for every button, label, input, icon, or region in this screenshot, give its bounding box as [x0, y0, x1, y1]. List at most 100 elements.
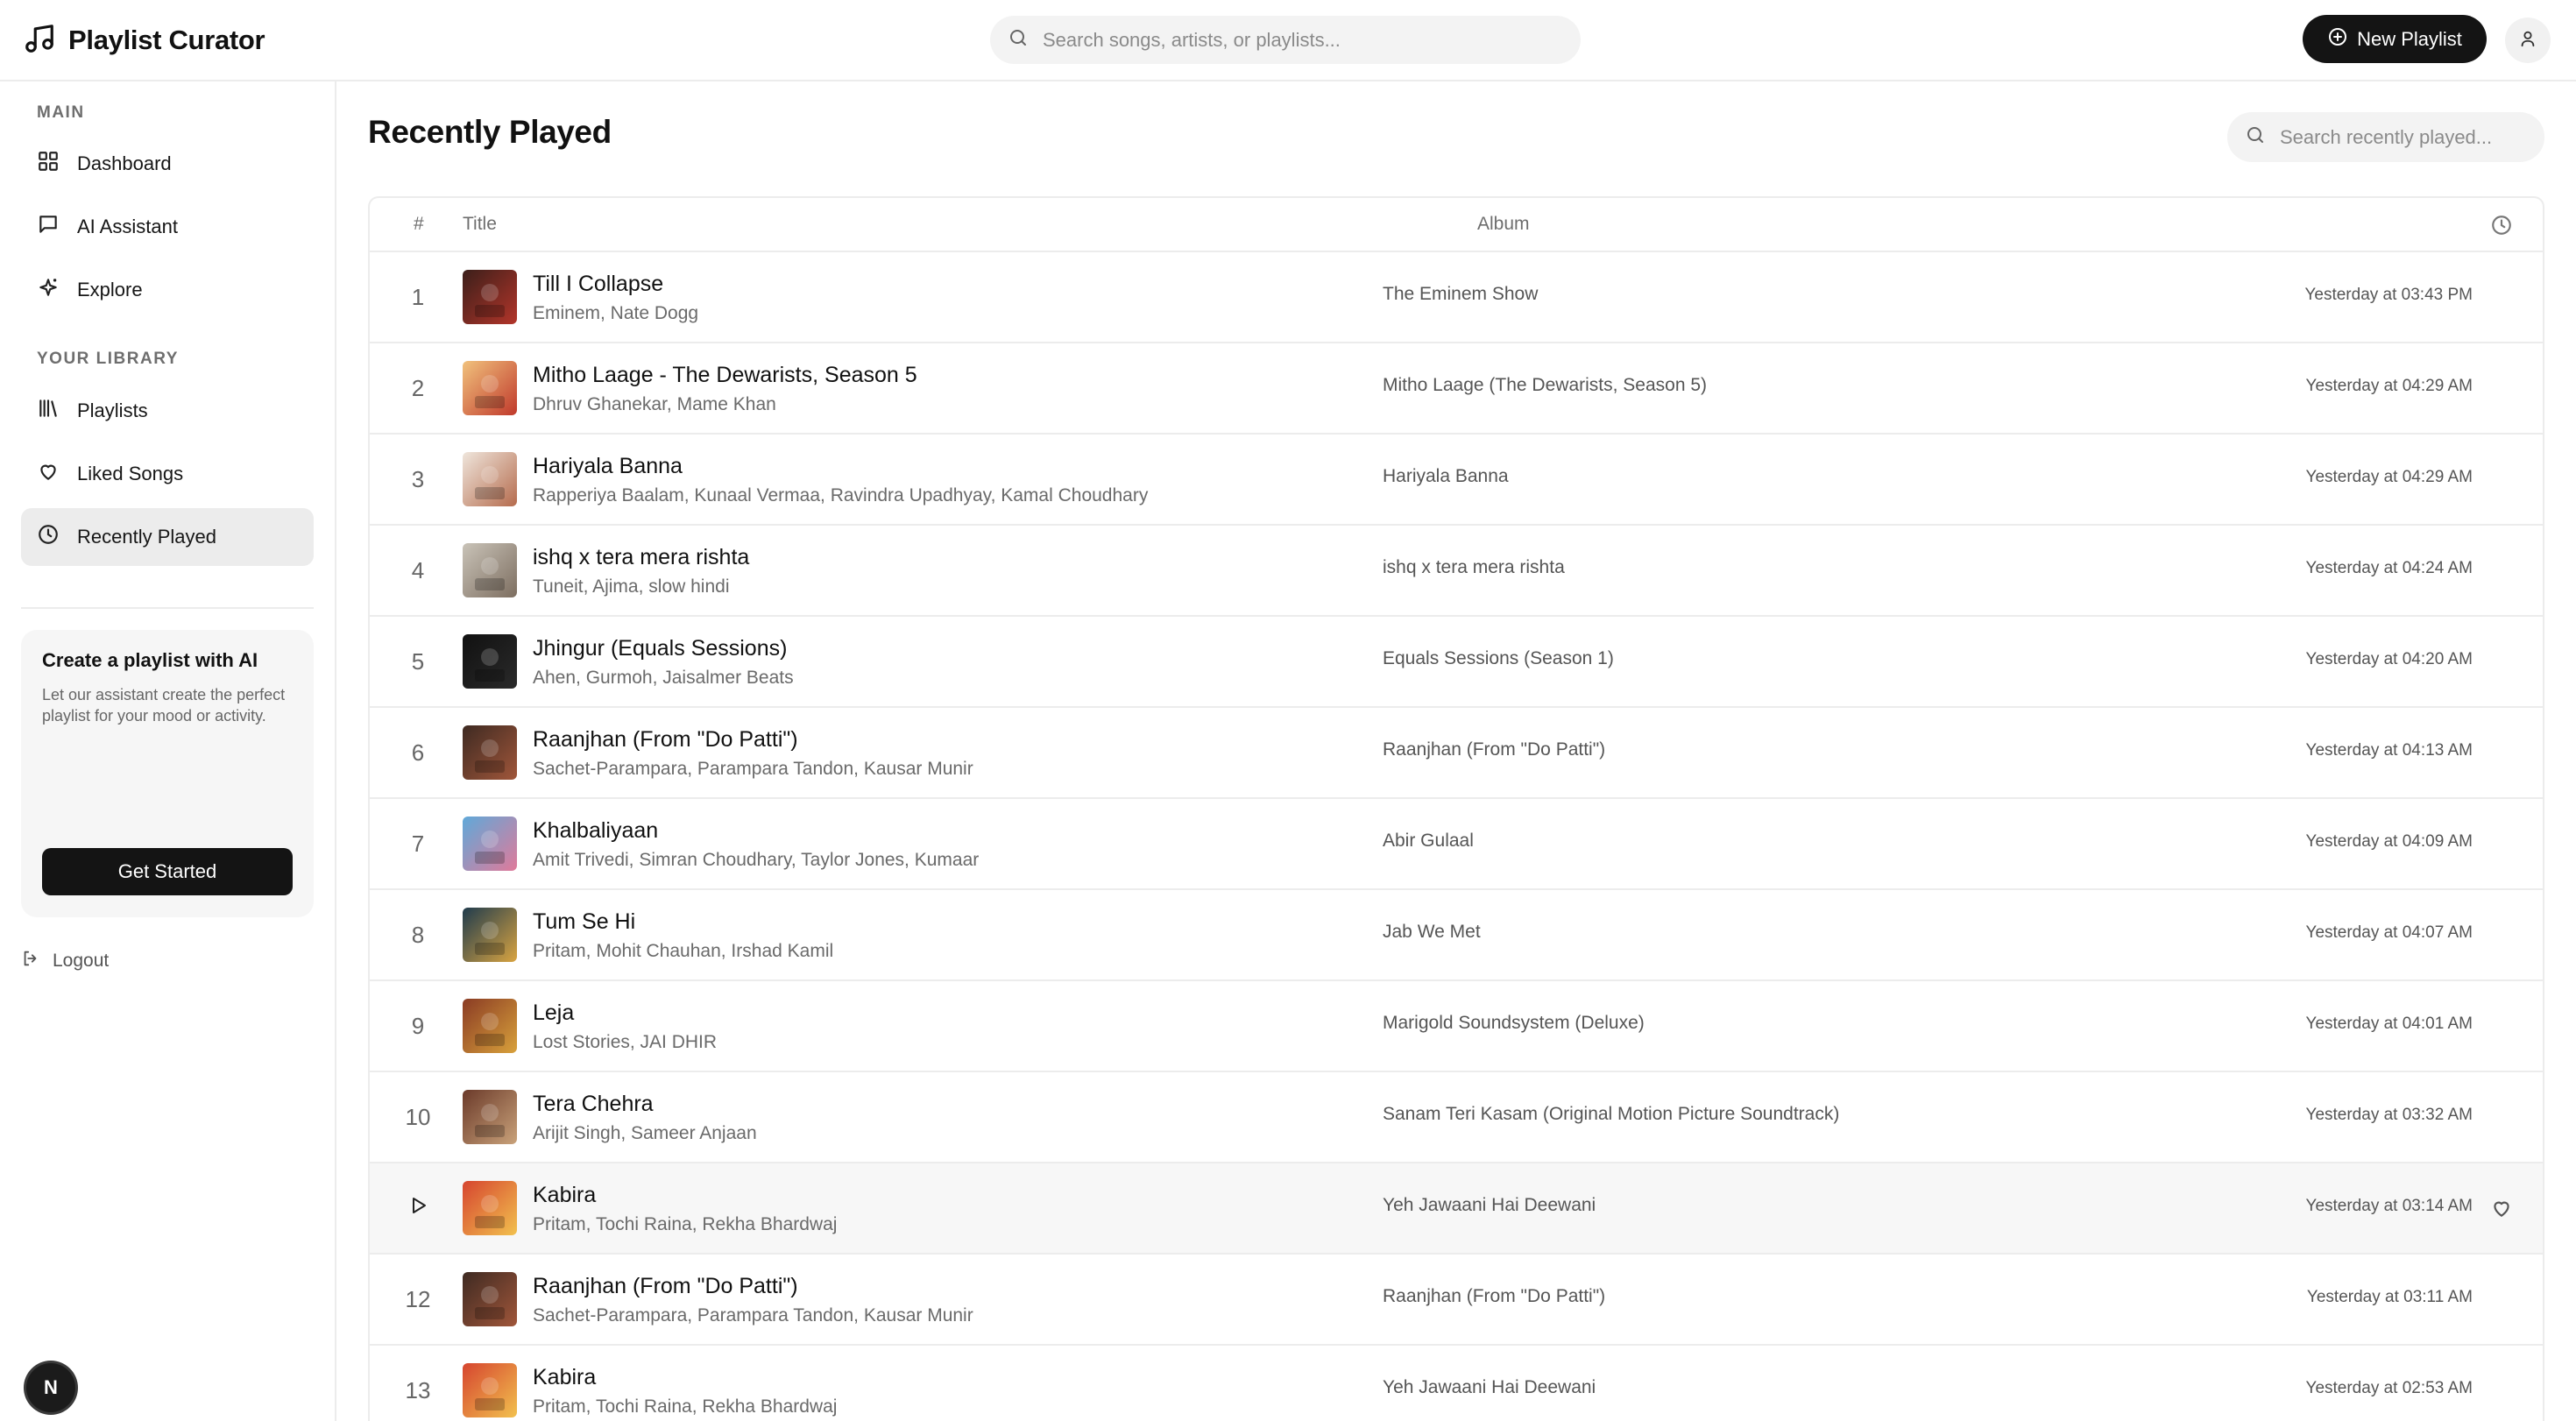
- dev-badge[interactable]: N: [26, 1363, 75, 1412]
- sidebar-item-label: Dashboard: [77, 152, 172, 174]
- song-title[interactable]: Jhingur (Equals Sessions): [533, 636, 787, 661]
- sidebar: MAIN Dashboard AI Assistant Explore YOUR…: [0, 81, 336, 1421]
- recently-played-table: # Title Album 1 Till I Collapse Eminem, Na…: [368, 196, 2544, 1421]
- sidebar-item-ai-assistant[interactable]: AI Assistant: [21, 198, 314, 256]
- page-title: Recently Played: [368, 114, 612, 150]
- song-artists[interactable]: Amit Trivedi, Simran Choudhary, Taylor J…: [533, 850, 979, 871]
- song-title[interactable]: Khalbaliyaan: [533, 818, 658, 844]
- song-artists[interactable]: Dhruv Ghanekar, Mame Khan: [533, 394, 776, 415]
- song-album[interactable]: Raanjhan (From "Do Patti"): [1383, 739, 1605, 760]
- track-number: 2: [411, 374, 425, 401]
- song-artists[interactable]: Pritam, Tochi Raina, Rekha Bhardwaj: [533, 1396, 837, 1417]
- sidebar-item-playlists[interactable]: Playlists: [21, 382, 314, 440]
- play-button[interactable]: [396, 1163, 440, 1253]
- table-row[interactable]: 7 Khalbaliyaan Amit Trivedi, Simran Choudh…: [370, 799, 2543, 890]
- song-album[interactable]: Mitho Laage (The Dewarists, Season 5): [1383, 375, 1707, 396]
- new-playlist-label: New Playlist: [2357, 27, 2462, 50]
- played-at: Yesterday at 04:07 AM: [2305, 923, 2473, 942]
- table-row[interactable]: 3 Hariyala Banna Rapperiya Baalam, Kunaal …: [370, 435, 2543, 526]
- song-album[interactable]: Equals Sessions (Season 1): [1383, 648, 1614, 669]
- search-icon: [1008, 27, 1029, 53]
- table-header: # Title Album: [370, 198, 2543, 252]
- sidebar-item-explore[interactable]: Explore: [21, 261, 314, 319]
- sidebar-item-liked-songs[interactable]: Liked Songs: [21, 445, 314, 503]
- song-artists[interactable]: Pritam, Tochi Raina, Rekha Bhardwaj: [533, 1214, 837, 1235]
- song-album[interactable]: Marigold Soundsystem (Deluxe): [1383, 1013, 1645, 1034]
- played-at: Yesterday at 04:24 AM: [2305, 559, 2473, 577]
- album-cover: [463, 725, 517, 780]
- table-row[interactable]: 12 Raanjhan (From "Do Patti") Sachet-Param…: [370, 1255, 2543, 1346]
- song-album[interactable]: Hariyala Banna: [1383, 466, 1509, 487]
- song-album[interactable]: Sanam Teri Kasam (Original Motion Pictur…: [1383, 1104, 1839, 1125]
- track-number: 9: [411, 1012, 425, 1039]
- song-title[interactable]: Till I Collapse: [533, 272, 663, 297]
- table-row[interactable]: Kabira Pritam, Tochi Raina, Rekha Bhardwa…: [370, 1163, 2543, 1255]
- track-number: 7: [411, 830, 425, 857]
- sidebar-item-label: Liked Songs: [77, 463, 184, 484]
- song-album[interactable]: Abir Gulaal: [1383, 831, 1474, 852]
- sidebar-item-label: Recently Played: [77, 526, 216, 548]
- new-playlist-button[interactable]: New Playlist: [2303, 15, 2487, 63]
- song-artists[interactable]: Pritam, Mohit Chauhan, Irshad Kamil: [533, 941, 833, 962]
- song-title[interactable]: ishq x tera mera rishta: [533, 545, 749, 570]
- table-row[interactable]: 6 Raanjhan (From "Do Patti") Sachet-Paramp…: [370, 708, 2543, 799]
- song-artists[interactable]: Ahen, Gurmoh, Jaisalmer Beats: [533, 668, 794, 689]
- played-at: Yesterday at 04:13 AM: [2305, 741, 2473, 760]
- played-at: Yesterday at 03:43 PM: [2304, 286, 2473, 304]
- song-title[interactable]: Kabira: [533, 1183, 596, 1208]
- table-row[interactable]: 5 Jhingur (Equals Sessions) Ahen, Gurmoh, …: [370, 617, 2543, 708]
- table-row[interactable]: 4 ishq x tera mera rishta Tuneit, Ajima, s…: [370, 526, 2543, 617]
- song-artists[interactable]: Arijit Singh, Sameer Anjaan: [533, 1123, 757, 1144]
- column-header-album[interactable]: Album: [1477, 214, 1530, 235]
- album-cover: [463, 817, 517, 871]
- brand[interactable]: Playlist Curator: [23, 19, 265, 61]
- song-title[interactable]: Tera Chehra: [533, 1092, 654, 1117]
- search-icon: [2245, 124, 2266, 150]
- recent-search-input[interactable]: [2280, 125, 2543, 149]
- song-title[interactable]: Tum Se Hi: [533, 909, 635, 935]
- song-title[interactable]: Kabira: [533, 1365, 596, 1390]
- song-artists[interactable]: Sachet-Parampara, Parampara Tandon, Kaus…: [533, 1305, 973, 1326]
- album-cover: [463, 1272, 517, 1326]
- heart-icon[interactable]: [2490, 1197, 2513, 1220]
- ai-promo-card: Create a playlist with AI Let our assist…: [21, 630, 314, 917]
- table-row[interactable]: 13 Kabira Pritam, Tochi Raina, Rekha Bhard…: [370, 1346, 2543, 1421]
- song-album[interactable]: Yeh Jawaani Hai Deewani: [1383, 1377, 1596, 1398]
- column-header-title[interactable]: Title: [463, 214, 497, 235]
- played-at: Yesterday at 04:09 AM: [2305, 832, 2473, 851]
- song-album[interactable]: Raanjhan (From "Do Patti"): [1383, 1286, 1605, 1307]
- song-title[interactable]: Hariyala Banna: [533, 454, 683, 479]
- table-row[interactable]: 9 Leja Lost Stories, JAI DHIR Marigold Soun…: [370, 981, 2543, 1072]
- get-started-button[interactable]: Get Started: [42, 848, 293, 895]
- song-title[interactable]: Mitho Laage - The Dewarists, Season 5: [533, 363, 917, 388]
- song-title[interactable]: Leja: [533, 1000, 574, 1026]
- logout-icon: [21, 949, 53, 973]
- recent-search[interactable]: [2227, 112, 2544, 162]
- table-row[interactable]: 1 Till I Collapse Eminem, Nate Dogg The Emi…: [370, 252, 2543, 343]
- global-search[interactable]: [990, 16, 1581, 64]
- song-artists[interactable]: Rapperiya Baalam, Kunaal Vermaa, Ravindr…: [533, 485, 1148, 506]
- song-artists[interactable]: Tuneit, Ajima, slow hindi: [533, 576, 730, 597]
- table-row[interactable]: 8 Tum Se Hi Pritam, Mohit Chauhan, Irshad …: [370, 890, 2543, 981]
- song-title[interactable]: Raanjhan (From "Do Patti"): [533, 1274, 798, 1299]
- song-title[interactable]: Raanjhan (From "Do Patti"): [533, 727, 798, 753]
- library-icon: [37, 397, 77, 425]
- song-artists[interactable]: Lost Stories, JAI DHIR: [533, 1032, 717, 1053]
- played-at: Yesterday at 03:32 AM: [2305, 1106, 2473, 1124]
- song-album[interactable]: ishq x tera mera rishta: [1383, 557, 1565, 578]
- sparkles-icon: [37, 276, 77, 304]
- song-album[interactable]: Yeh Jawaani Hai Deewani: [1383, 1195, 1596, 1216]
- global-search-input[interactable]: [1043, 28, 1568, 52]
- table-row[interactable]: 2 Mitho Laage - The Dewarists, Season 5 Dh…: [370, 343, 2543, 435]
- logout-button[interactable]: Logout: [21, 945, 109, 977]
- user-avatar[interactable]: [2505, 18, 2551, 63]
- song-album[interactable]: Jab We Met: [1383, 922, 1481, 943]
- sidebar-item-dashboard[interactable]: Dashboard: [21, 135, 314, 193]
- played-at: Yesterday at 04:01 AM: [2305, 1014, 2473, 1033]
- table-row[interactable]: 10 Tera Chehra Arijit Singh, Sameer Anjaan…: [370, 1072, 2543, 1163]
- song-album[interactable]: The Eminem Show: [1383, 284, 1538, 305]
- song-artists[interactable]: Eminem, Nate Dogg: [533, 303, 698, 324]
- play-icon: [407, 1194, 428, 1223]
- song-artists[interactable]: Sachet-Parampara, Parampara Tandon, Kaus…: [533, 759, 973, 780]
- sidebar-item-recently-played[interactable]: Recently Played: [21, 508, 314, 566]
